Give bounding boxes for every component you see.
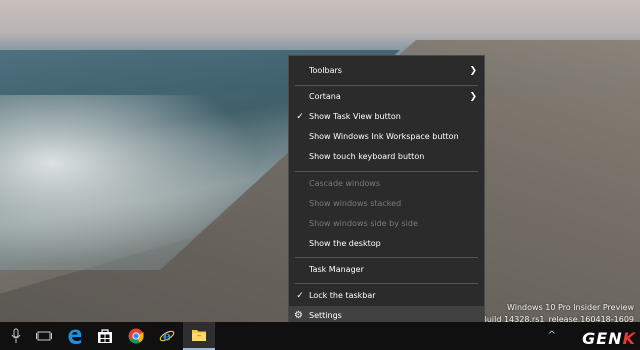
menu-item-label: Lock the taskbar [309,291,376,300]
ie-icon[interactable]: e [151,322,183,350]
menu-separator [295,283,478,284]
menu-item-label: Show windows side by side [309,219,418,228]
menu-item-label: Settings [309,311,342,320]
menu-item-lock-the-taskbar[interactable]: ✓ Lock the taskbar [289,286,484,306]
svg-text:e: e [163,330,171,345]
taskbar-context-menu: Toolbars ❯ Cortana ❯ ✓ Show Task View bu… [288,55,485,327]
edge-icon[interactable] [59,322,91,350]
menu-item-cortana[interactable]: Cortana ❯ [289,87,484,107]
menu-item-show-windows-stacked: Show windows stacked [289,194,484,214]
menu-item-label: Cascade windows [309,179,381,188]
menu-item-label: Cortana [309,92,341,101]
menu-item-label: Show the desktop [309,239,381,248]
menu-item-show-windows-side-by-side: Show windows side by side [289,214,484,234]
menu-item-show-the-desktop[interactable]: Show the desktop [289,234,484,254]
menu-separator [295,257,478,258]
wave-foam [0,95,260,265]
menu-item-label: Show Task View button [309,112,401,121]
checkmark-icon: ✓ [296,112,304,122]
tray-chevron-icon[interactable]: ^ [548,322,556,350]
checkmark-icon: ✓ [296,291,304,301]
menu-item-label: Show Windows Ink Workspace button [309,132,459,141]
logo-text-gen: GEN [582,329,623,348]
chevron-right-icon: ❯ [469,66,477,76]
menu-item-toolbars[interactable]: Toolbars ❯ [289,61,484,81]
file-explorer-icon[interactable] [183,322,215,350]
menu-item-cascade-windows: Cascade windows [289,174,484,194]
store-icon[interactable] [89,322,121,350]
menu-item-label: Show touch keyboard button [309,152,425,161]
menu-item-show-ink-workspace-button[interactable]: Show Windows Ink Workspace button [289,127,484,147]
logo-text-k: K [622,329,636,348]
chevron-right-icon: ❯ [469,92,477,102]
menu-item-label: Show windows stacked [309,199,402,208]
menu-item-label: Task Manager [309,265,364,274]
task-view-icon[interactable] [28,322,60,350]
taskbar[interactable]: e ^ [0,322,640,350]
genk-logo: GENK [582,329,636,348]
menu-separator [295,85,478,86]
menu-item-label: Toolbars [309,66,342,75]
menu-item-show-task-view-button[interactable]: ✓ Show Task View button [289,107,484,127]
chrome-icon[interactable] [120,322,152,350]
menu-item-show-touch-keyboard-button[interactable]: Show touch keyboard button [289,147,484,167]
menu-separator [295,171,478,172]
menu-item-task-manager[interactable]: Task Manager [289,260,484,280]
